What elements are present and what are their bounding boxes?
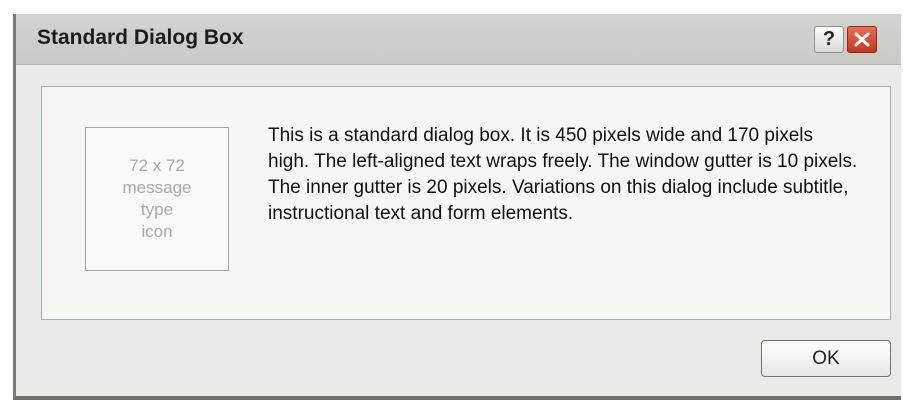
placeholder-line: message — [122, 178, 192, 197]
close-icon — [854, 32, 870, 47]
title-bar[interactable]: Standard Dialog Box ? — [16, 14, 901, 65]
help-button[interactable]: ? — [814, 26, 844, 53]
close-button[interactable] — [847, 26, 877, 53]
message-type-icon-placeholder: 72 x 72 message type icon — [85, 127, 229, 271]
window-title: Standard Dialog Box — [37, 26, 244, 49]
placeholder-line: icon — [141, 222, 173, 241]
placeholder-line: type — [140, 200, 174, 219]
dialog-message: This is a standard dialog box. It is 450… — [268, 125, 858, 224]
dialog-window: Standard Dialog Box ? 72 x 72 message ty… — [13, 14, 901, 400]
content-panel: 72 x 72 message type icon This is a stan… — [41, 86, 891, 320]
question-mark-icon: ? — [822, 28, 836, 50]
ok-button[interactable]: OK — [761, 340, 891, 377]
placeholder-line: 72 x 72 — [129, 156, 185, 175]
